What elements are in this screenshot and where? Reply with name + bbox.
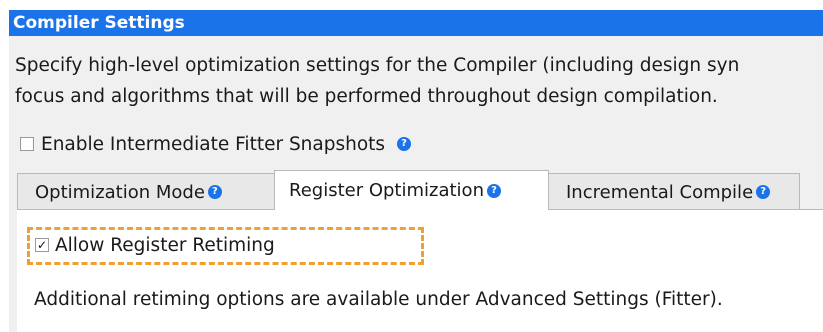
description-line-2: focus and algorithms that will be perfor… (15, 86, 718, 107)
panel-description: Specify high-level optimization settings… (15, 50, 823, 112)
tab-optimization-mode-label[interactable]: Optimization Mode (35, 182, 205, 203)
register-optimization-help-icon[interactable]: ? (486, 183, 501, 198)
enable-snapshots-label[interactable]: Enable Intermediate Fitter Snapshots (41, 134, 385, 155)
tab-optimization-mode[interactable]: Optimization Mode ? (17, 173, 275, 210)
allow-register-retiming-label[interactable]: Allow Register Retiming (55, 235, 275, 256)
enable-snapshots-checkbox[interactable] (20, 137, 34, 151)
compiler-settings-panel: Compiler Settings Specify high-level opt… (9, 10, 823, 332)
allow-register-retiming-checkbox[interactable]: ✓ (35, 238, 49, 252)
tab-incremental-compile-label[interactable]: Incremental Compile (566, 182, 753, 203)
incremental-compile-help-icon[interactable]: ? (756, 185, 771, 199)
snapshots-help-icon[interactable]: ? (397, 137, 412, 151)
enable-snapshots-option[interactable]: Enable Intermediate Fitter Snapshots ? (20, 131, 412, 157)
register-optimization-content: ✓ Allow Register Retiming Additional ret… (17, 209, 823, 332)
tab-incremental-compile[interactable]: Incremental Compile ? (548, 173, 800, 210)
tab-register-optimization-label[interactable]: Register Optimization (289, 180, 484, 201)
optimization-mode-help-icon[interactable]: ? (207, 185, 222, 199)
allow-register-retiming-option[interactable]: ✓ Allow Register Retiming (35, 232, 275, 258)
settings-tabs: Optimization Mode ? Register Optimizatio… (17, 170, 800, 210)
retiming-note: Additional retiming options are availabl… (34, 289, 723, 310)
tab-register-optimization[interactable]: Register Optimization ? (274, 170, 549, 210)
panel-title: Compiler Settings (9, 10, 823, 36)
description-line-1: Specify high-level optimization settings… (15, 55, 740, 76)
